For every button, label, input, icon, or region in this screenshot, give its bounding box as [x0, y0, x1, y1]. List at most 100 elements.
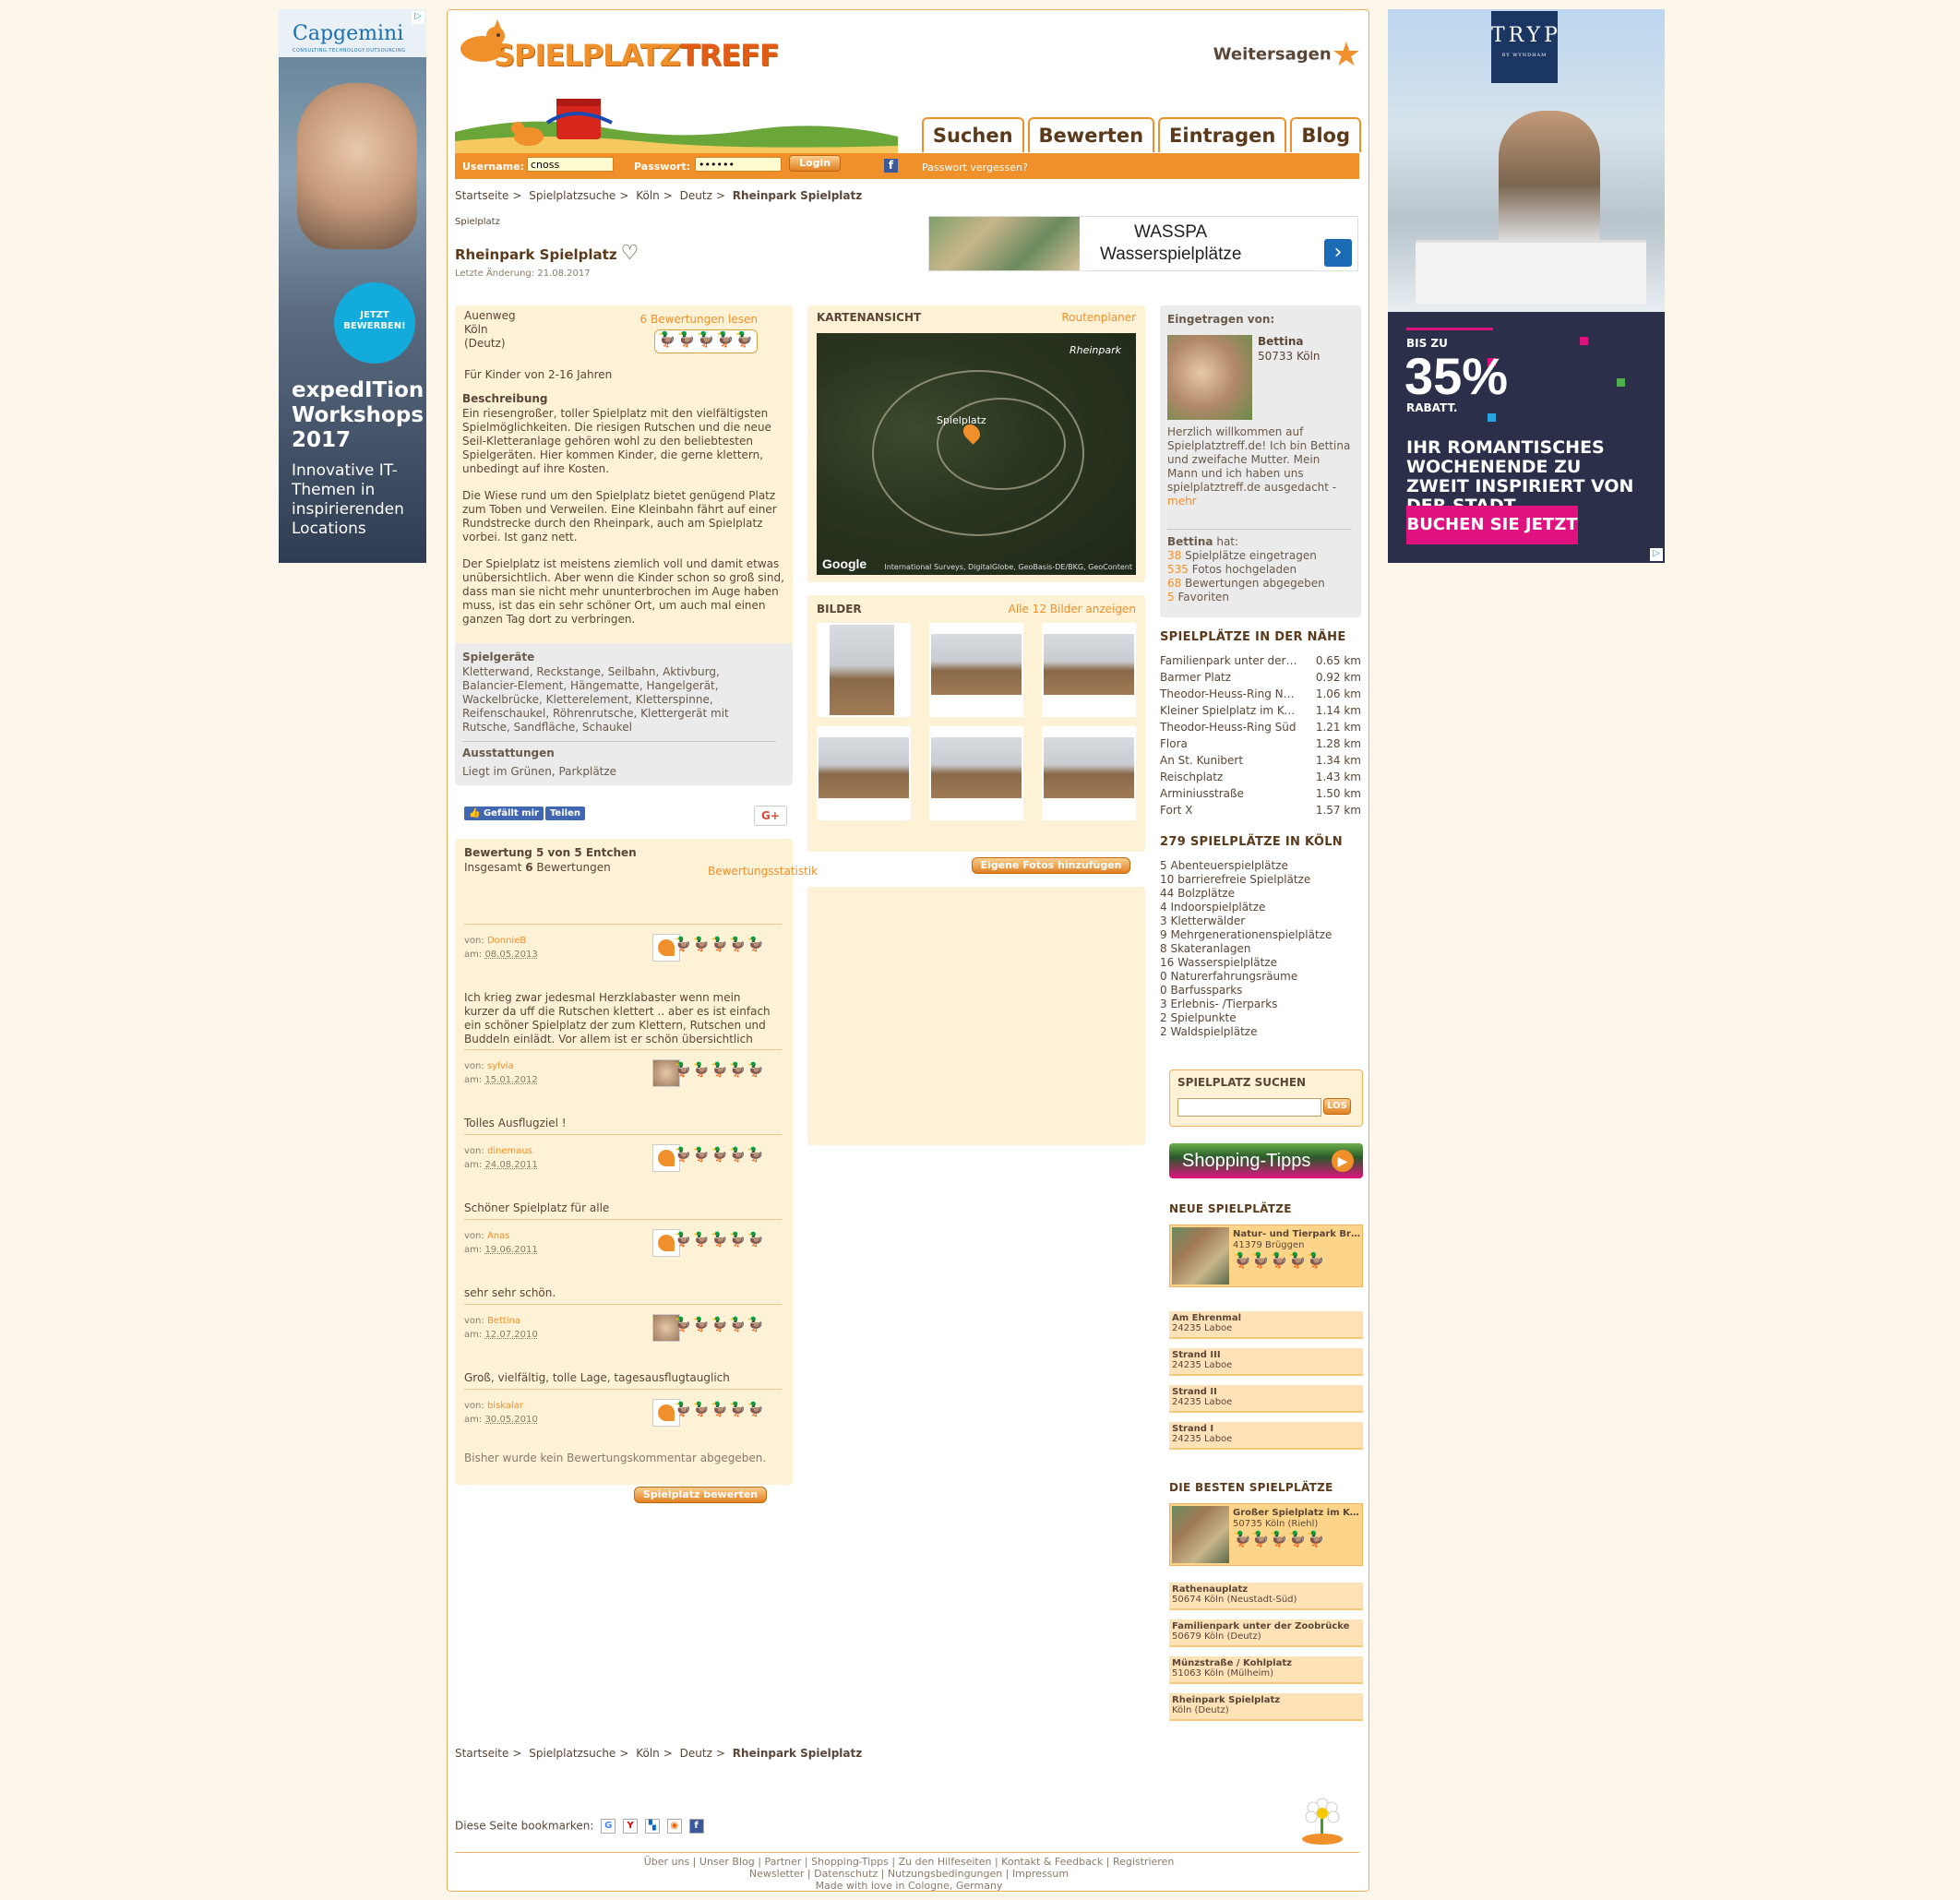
footer-link[interactable]: Datenschutz — [814, 1868, 878, 1880]
footer-link[interactable]: Shopping-Tipps — [811, 1856, 889, 1868]
best-place-item[interactable]: Münzstraße / Kohlplatz 51063 Köln (Mülhei… — [1169, 1656, 1363, 1684]
nearby-item[interactable]: Arminiusstraße 1.50 km — [1160, 787, 1361, 804]
facebook-share-button[interactable]: Teilen — [544, 807, 585, 820]
wasspa-banner[interactable]: WASSPA Wasserspielplätze › — [928, 216, 1358, 271]
new-place-item[interactable]: Am Ehrenmal 24235 Laboe — [1169, 1311, 1363, 1339]
footer-link[interactable]: Registrieren — [1113, 1856, 1174, 1868]
nearby-item[interactable]: An St. Kunibert 1.34 km — [1160, 754, 1361, 771]
breadcrumb-item[interactable]: Spielplatzsuche — [529, 1747, 615, 1760]
nearby-item[interactable]: Familienpark unter der Zoobrücke 0.65 km — [1160, 654, 1361, 671]
city-category-link[interactable]: 10 barrierefreie Spielplätze — [1160, 873, 1361, 887]
city-category-link[interactable]: 0 Naturerfahrungsräume — [1160, 970, 1361, 984]
review-author-link[interactable]: sylvia — [487, 1061, 514, 1071]
nearby-item[interactable]: Reischplatz 1.43 km — [1160, 771, 1361, 787]
nearby-name[interactable]: Reischplatz — [1160, 771, 1298, 787]
footer-link[interactable]: Zu den Hilfeseiten — [899, 1856, 992, 1868]
footer-link[interactable]: Kontakt & Feedback — [1001, 1856, 1103, 1868]
photo-thumbnail[interactable] — [929, 726, 1023, 820]
owner-avatar[interactable] — [1167, 335, 1252, 420]
review-author-link[interactable]: DonnieB — [487, 936, 526, 946]
ad-left-capgemini[interactable]: Capgemini CONSULTING.TECHNOLOGY.OUTSOURC… — [279, 9, 426, 563]
footer-link[interactable]: Partner — [764, 1856, 801, 1868]
breadcrumb-item[interactable]: Deutz — [680, 189, 712, 202]
city-category-link[interactable]: 9 Mehrgenerationenspielplätze — [1160, 928, 1361, 942]
breadcrumb-item[interactable]: Spielplatzsuche — [529, 189, 615, 202]
all-pictures-link[interactable]: Alle 12 Bilder anzeigen — [1009, 603, 1136, 615]
best-place-item[interactable]: Rathenauplatz 50674 Köln (Neustadt-Süd) — [1169, 1583, 1363, 1610]
city-category-link[interactable]: 2 Spielpunkte — [1160, 1011, 1361, 1025]
nearby-name[interactable]: Flora — [1160, 737, 1298, 754]
featured-best-place[interactable]: Großer Spielplatz im Kölner Zoo 50735 Kö… — [1169, 1503, 1363, 1566]
city-category-link[interactable]: 8 Skateranlagen — [1160, 942, 1361, 956]
new-place-item[interactable]: Strand I 24235 Laboe — [1169, 1422, 1363, 1450]
address-district-link[interactable]: (Deutz) — [464, 337, 516, 351]
city-category-link[interactable]: 3 Kletterwälder — [1160, 914, 1361, 928]
photo-thumbnail[interactable] — [817, 726, 911, 820]
favorite-heart-icon[interactable]: ♡ — [621, 242, 639, 265]
delicious-bookmark-icon[interactable]: ▚ — [644, 1819, 660, 1834]
tab-eintragen[interactable]: Eintragen — [1158, 117, 1287, 152]
city-category-link[interactable]: 2 Waldspielplätze — [1160, 1025, 1361, 1039]
new-place-item[interactable]: Strand III 24235 Laboe — [1169, 1348, 1363, 1376]
nearby-name[interactable]: Fort X — [1160, 804, 1298, 820]
facebook-bookmark-icon[interactable]: f — [688, 1819, 704, 1834]
ad-right-tryp[interactable]: TRYP BY WYNDHAM BIS ZU 35% RABATT. IHR RO… — [1388, 9, 1665, 563]
password-field[interactable] — [695, 157, 782, 172]
photo-thumbnail[interactable] — [1042, 726, 1136, 820]
satellite-map[interactable]: Rheinpark Spielplatz Google Internationa… — [817, 333, 1136, 575]
route-planner-link[interactable]: Routenplaner — [1061, 311, 1136, 324]
review-author-link[interactable]: Anas — [487, 1231, 510, 1241]
nearby-name[interactable]: An St. Kunibert — [1160, 754, 1298, 771]
breadcrumb-item[interactable]: Köln — [636, 189, 660, 202]
city-category-link[interactable]: 44 Bolzplätze — [1160, 887, 1361, 901]
footer-link[interactable]: Newsletter — [749, 1868, 804, 1880]
facebook-login-icon[interactable]: f — [884, 159, 898, 173]
city-category-link[interactable]: 0 Barfussparks — [1160, 984, 1361, 998]
footer-link[interactable]: Unser Blog — [699, 1856, 755, 1868]
footer-link[interactable]: Impressum — [1012, 1868, 1069, 1880]
add-photos-button[interactable]: Eigene Fotos hinzufügen — [972, 857, 1130, 874]
best-place-item[interactable]: Familienpark unter der Zoobrücke 50679 Kö… — [1169, 1619, 1363, 1647]
nearby-item[interactable]: Theodor-Heuss-Ring Süd 1.21 km — [1160, 721, 1361, 737]
adchoices-icon[interactable]: ▷ — [1650, 548, 1663, 561]
nearby-name[interactable]: Barmer Platz — [1160, 671, 1298, 687]
city-category-link[interactable]: 5 Abenteuerspielplätze — [1160, 859, 1361, 873]
nearby-name[interactable]: Kleiner Spielplatz im Kölner Zoo — [1160, 704, 1298, 721]
google-bookmark-icon[interactable]: G — [601, 1819, 616, 1834]
search-go-button[interactable]: LOS — [1323, 1098, 1351, 1115]
nearby-item[interactable]: Barmer Platz 0.92 km — [1160, 671, 1361, 687]
nearby-name[interactable]: Theodor-Heuss-Ring Süd — [1160, 721, 1298, 737]
read-reviews-link[interactable]: 6 Bewertungen lesen — [640, 313, 759, 326]
city-category-link[interactable]: 4 Indoorspielplätze — [1160, 901, 1361, 914]
breadcrumb-item[interactable]: Startseite — [455, 1747, 508, 1760]
rate-playground-button[interactable]: Spielplatz bewerten — [634, 1487, 767, 1503]
nearby-name[interactable]: Arminiusstraße — [1160, 787, 1298, 804]
owner-more-link[interactable]: mehr — [1167, 495, 1197, 508]
nearby-item[interactable]: Theodor-Heuss-Ring Nord 1.06 km — [1160, 687, 1361, 704]
share-button[interactable]: Weitersagen★ — [1213, 36, 1361, 74]
rating-statistics-link[interactable]: Bewertungsstatistik — [708, 865, 818, 878]
ad-badge[interactable]: JETZT BEWERBEN! — [334, 282, 415, 364]
tab-suchen[interactable]: Suchen — [921, 117, 1024, 152]
username-field[interactable] — [527, 157, 614, 172]
review-author-link[interactable]: dinemaus — [487, 1146, 532, 1156]
photo-thumbnail[interactable] — [929, 623, 1023, 717]
mister-wong-bookmark-icon[interactable]: ◉ — [666, 1819, 682, 1834]
new-place-item[interactable]: Strand II 24235 Laboe — [1169, 1385, 1363, 1413]
breadcrumb-item[interactable]: Deutz — [680, 1747, 712, 1760]
best-place-item[interactable]: Rheinpark Spielplatz Köln (Deutz) — [1169, 1693, 1363, 1721]
breadcrumb-item[interactable]: Köln — [636, 1747, 660, 1760]
yahoo-bookmark-icon[interactable]: Y — [623, 1819, 639, 1834]
tab-blog[interactable]: Blog — [1290, 117, 1361, 152]
chevron-right-icon[interactable]: › — [1324, 239, 1352, 267]
nearby-item[interactable]: Fort X 1.57 km — [1160, 804, 1361, 820]
shopping-tips-button[interactable]: Shopping-Tipps ▶ — [1169, 1143, 1363, 1178]
search-input[interactable] — [1177, 1098, 1321, 1117]
city-category-link[interactable]: 3 Erlebnis- /Tierparks — [1160, 998, 1361, 1011]
owner-name[interactable]: Bettina — [1258, 335, 1304, 348]
city-category-link[interactable]: 16 Wasserspielplätze — [1160, 956, 1361, 970]
nearby-name[interactable]: Theodor-Heuss-Ring Nord — [1160, 687, 1298, 704]
ad-cta-button[interactable]: BUCHEN SIE JETZT — [1406, 506, 1578, 544]
site-logo[interactable]: SPIELPLATZTREFF — [457, 16, 780, 80]
footer-link[interactable]: Über uns — [644, 1856, 690, 1868]
